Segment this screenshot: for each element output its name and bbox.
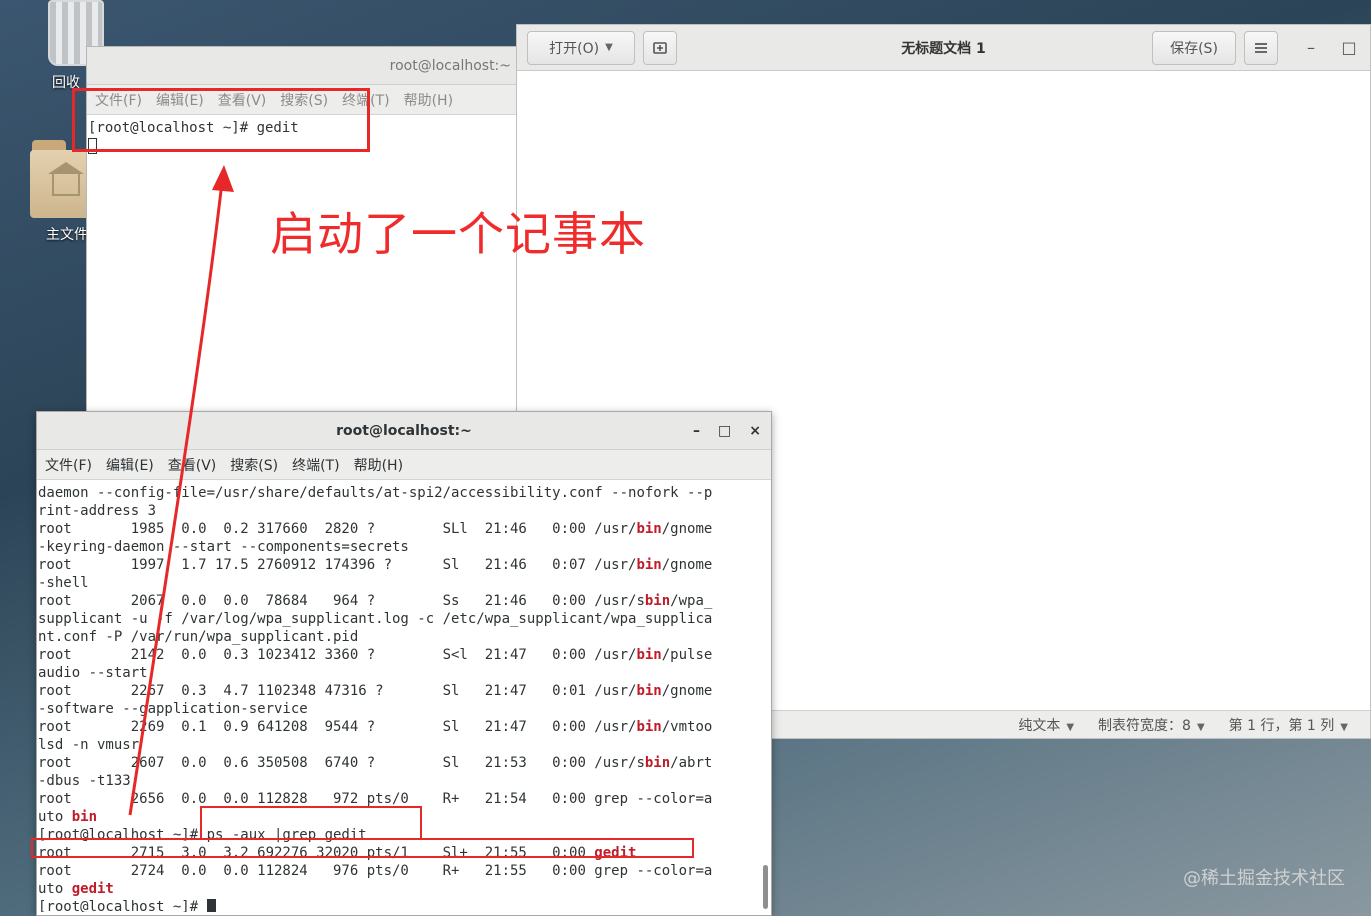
terminal-bottom-title: root@localhost:~ <box>336 422 472 439</box>
close-button[interactable]: × <box>749 423 761 439</box>
grep-match-highlight: bin <box>644 755 671 771</box>
save-button[interactable]: 保存(S) <box>1152 30 1236 65</box>
terminal-window-bottom[interactable]: root@localhost:~ – □ × 文件(F) 编辑(E) 查看(V)… <box>36 411 772 916</box>
menu-terminal[interactable]: 终端(T) <box>342 90 389 110</box>
terminal-bottom-titlebar[interactable]: root@localhost:~ – □ × <box>37 412 771 450</box>
syntax-selector[interactable]: 纯文本 ▼ <box>1018 715 1074 735</box>
terminal-top-output[interactable]: [root@localhost ~]# gedit <box>87 115 525 155</box>
tab-width-selector[interactable]: 制表符宽度：8 ▼ <box>1098 715 1205 735</box>
chevron-down-icon: ▼ <box>1340 721 1348 733</box>
menu-help[interactable]: 帮助(H) <box>354 455 403 475</box>
terminal-top-cursor <box>88 138 97 154</box>
scrollbar[interactable] <box>763 865 768 909</box>
terminal-top-titlebar[interactable]: root@localhost:~ <box>87 47 525 85</box>
terminal-line: uto gedit <box>38 881 114 897</box>
terminal-line: [root@localhost ~]# ps -aux |grep gedit <box>38 827 367 843</box>
terminal-line: rint-address 3 <box>38 503 157 519</box>
terminal-bottom-menubar: 文件(F) 编辑(E) 查看(V) 搜索(S) 终端(T) 帮助(H) <box>37 450 771 480</box>
menu-view[interactable]: 查看(V) <box>168 455 217 475</box>
menu-search[interactable]: 搜索(S) <box>280 90 328 110</box>
menu-edit[interactable]: 编辑(E) <box>106 455 154 475</box>
minimize-button[interactable]: – <box>693 423 700 439</box>
terminal-line: -dbus -t133 <box>38 773 131 789</box>
grep-match-highlight: bin <box>636 557 662 573</box>
cursor-position-selector[interactable]: 第 1 行，第 1 列 ▼ <box>1229 715 1348 735</box>
terminal-line: uto bin <box>38 809 98 825</box>
grep-match-highlight: bin <box>636 647 662 663</box>
watermark: @稀土掘金技术社区 <box>1183 868 1345 889</box>
annotation-text: 启动了一个记事本 <box>270 207 646 261</box>
menu-file[interactable]: 文件(F) <box>95 90 142 110</box>
gedit-headerbar[interactable]: 打开(O) ▼ 无标题文档 1 保存(S) – □ <box>517 25 1370 71</box>
grep-match-highlight: bin <box>636 683 662 699</box>
maximize-button[interactable]: □ <box>1334 38 1364 57</box>
terminal-line: [root@localhost ~]# <box>38 898 761 912</box>
terminal-line: root 1985 0.0 0.2 317660 2820 ? SLl 21:4… <box>38 521 713 537</box>
terminal-line: root 2656 0.0 0.0 112828 972 pts/0 R+ 21… <box>38 791 713 807</box>
grep-match-highlight: bin <box>71 809 98 825</box>
menu-edit[interactable]: 编辑(E) <box>156 90 204 110</box>
grep-match-highlight: gedit <box>594 845 637 861</box>
terminal-line: -shell <box>38 575 89 591</box>
new-document-icon <box>653 41 667 54</box>
terminal-line: -keyring-daemon --start --components=sec… <box>38 539 409 555</box>
menu-help[interactable]: 帮助(H) <box>404 90 453 110</box>
grep-match-highlight: bin <box>636 521 662 537</box>
menu-file[interactable]: 文件(F) <box>45 455 92 475</box>
maximize-button[interactable]: □ <box>718 423 731 439</box>
terminal-line: root 2267 0.3 4.7 1102348 47316 ? Sl 21:… <box>38 683 713 699</box>
terminal-line: root 2067 0.0 0.0 78684 964 ? Ss 21:46 0… <box>38 593 713 609</box>
chevron-down-icon: ▼ <box>1066 721 1075 733</box>
terminal-line: root 1997 1.7 17.5 2760912 174396 ? Sl 2… <box>38 557 713 573</box>
terminal-top-prompt-line: [root@localhost ~]# gedit <box>88 120 299 136</box>
terminal-line: -software --gapplication-service <box>38 701 308 717</box>
menu-terminal[interactable]: 终端(T) <box>292 455 339 475</box>
terminal-bottom-output[interactable]: daemon --config-file=/usr/share/defaults… <box>37 480 761 912</box>
chevron-down-icon: ▼ <box>1196 721 1205 733</box>
terminal-line: nt.conf -P /var/run/wpa_supplicant.pid <box>38 629 359 645</box>
terminal-line: daemon --config-file=/usr/share/defaults… <box>38 485 713 501</box>
grep-match-highlight: bin <box>644 593 671 609</box>
terminal-top-title: root@localhost:~ <box>389 57 511 74</box>
gedit-menu-button[interactable] <box>1244 30 1278 65</box>
menu-view[interactable]: 查看(V) <box>218 90 267 110</box>
terminal-line: audio --start <box>38 665 148 681</box>
grep-match-highlight: gedit <box>71 881 114 897</box>
open-button[interactable]: 打开(O) ▼ <box>527 30 635 65</box>
new-tab-button[interactable] <box>643 30 677 65</box>
terminal-line: root 2715 3.0 3.2 692276 32020 pts/1 Sl+… <box>38 845 637 861</box>
terminal-line: root 2607 0.0 0.6 350508 6740 ? Sl 21:53… <box>38 755 713 771</box>
menu-search[interactable]: 搜索(S) <box>230 455 278 475</box>
chevron-down-icon: ▼ <box>605 42 613 53</box>
hamburger-icon <box>1255 42 1267 53</box>
terminal-line: supplicant -u -f /var/log/wpa_supplicant… <box>38 611 713 627</box>
terminal-line: root 2724 0.0 0.0 112824 976 pts/0 R+ 21… <box>38 863 713 879</box>
terminal-line: lsd -n vmusr <box>38 737 140 753</box>
terminal-top-menubar: 文件(F) 编辑(E) 查看(V) 搜索(S) 终端(T) 帮助(H) <box>87 85 525 115</box>
terminal-line: root 2142 0.0 0.3 1023412 3360 ? S<l 21:… <box>38 647 713 663</box>
grep-match-highlight: bin <box>636 719 662 735</box>
terminal-line: root 2269 0.1 0.9 641208 9544 ? Sl 21:47… <box>38 719 713 735</box>
minimize-button[interactable]: – <box>1296 38 1326 57</box>
terminal-cursor <box>206 899 216 912</box>
